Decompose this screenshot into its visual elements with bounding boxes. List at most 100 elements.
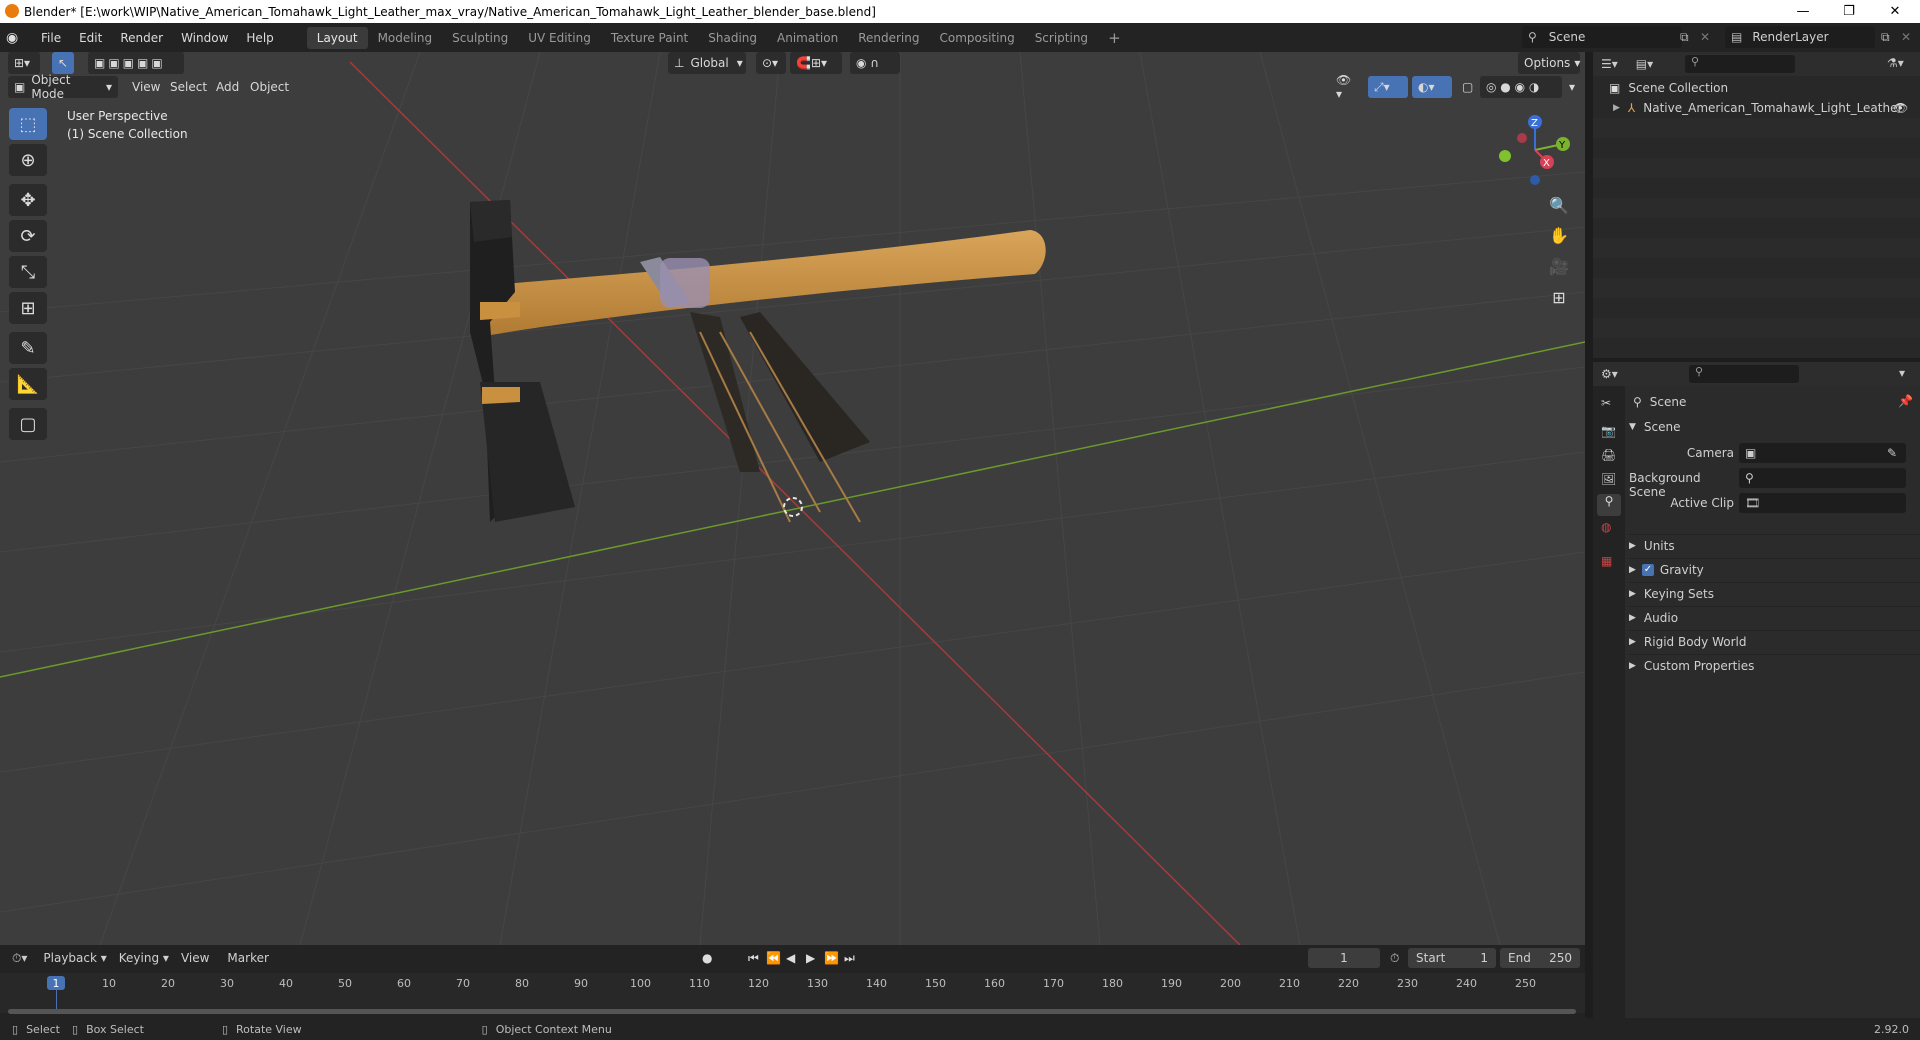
pin-icon[interactable]: 📌 (1898, 394, 1913, 408)
overlay-toggle[interactable]: ◐▾ (1412, 76, 1452, 98)
new-scene-icon[interactable]: ⧉ (1680, 30, 1689, 45)
viewport-menu-view[interactable]: View (126, 76, 166, 98)
play-icon[interactable]: ▶ (806, 951, 815, 965)
rotate-tool[interactable]: ⟳ (9, 220, 47, 252)
ortho-grid-icon[interactable]: ⊞ (1544, 282, 1574, 312)
outliner-search-input[interactable]: ⚲ (1685, 55, 1795, 73)
editor-type-icon[interactable]: ⏱▾ (12, 951, 27, 966)
new-renderlayer-icon[interactable]: ⧉ (1881, 30, 1890, 45)
minimize-button[interactable]: — (1780, 0, 1826, 23)
active-clip-field[interactable]: 🎞 (1739, 493, 1906, 513)
gizmo-toggle[interactable]: ⤢▾ (1368, 76, 1408, 98)
workspace-tab-shading[interactable]: Shading (698, 27, 767, 49)
background-scene-field[interactable]: ⚲ (1739, 468, 1906, 488)
jump-keyframe-forward-icon[interactable]: ⏩ (824, 951, 839, 965)
tab-view-layer-icon[interactable]: 🖼 (1601, 472, 1616, 486)
delete-renderlayer-icon[interactable]: ✕ (1901, 30, 1911, 44)
options-dropdown[interactable]: Options ▾ (1518, 52, 1580, 74)
selection-modes-group[interactable]: ▣▣▣▣▣ (88, 52, 184, 74)
close-button[interactable]: ✕ (1872, 0, 1918, 23)
menu-edit[interactable]: Edit (70, 31, 111, 45)
timeline-ruler[interactable]: 1 10 20 30 40 50 60 70 80 90 100 110 120 130 140 150 160… (0, 973, 1585, 1013)
workspace-tab-sculpting[interactable]: Sculpting (442, 27, 518, 49)
object-mode-dropdown[interactable]: ▣ Object Mode ▾ (8, 73, 118, 101)
gravity-section[interactable]: ▶ ✓ Gravity (1629, 558, 1920, 580)
proportional-edit-button[interactable]: ◉ ∩ (850, 52, 900, 74)
gravity-checkbox[interactable]: ✓ (1641, 563, 1654, 576)
audio-section[interactable]: ▶ Audio (1629, 606, 1920, 628)
scene-selector[interactable]: ⚲ Scene ⧉ ✕ (1522, 26, 1710, 48)
delete-scene-icon[interactable]: ✕ (1700, 30, 1710, 44)
3d-viewport[interactable] (0, 52, 1585, 945)
scene-panel-header[interactable]: ▼ Scene (1629, 416, 1920, 438)
workspace-tab-scripting[interactable]: Scripting (1025, 27, 1098, 49)
scale-tool[interactable]: ⤡ (9, 256, 47, 288)
record-icon[interactable]: ● (702, 951, 712, 965)
timeline-menu-keying[interactable]: Keying ▾ (119, 951, 169, 965)
viewport-menu-object[interactable]: Object (244, 76, 295, 98)
menu-help[interactable]: Help (237, 31, 282, 45)
tab-output-icon[interactable]: 🖨 (1601, 448, 1616, 462)
maximize-button[interactable]: ❐ (1826, 0, 1872, 23)
cursor-tool[interactable]: ⊕ (9, 144, 47, 176)
editor-type-icon[interactable]: ⚙▾ (1601, 367, 1618, 381)
jump-keyframe-back-icon[interactable]: ⏪ (766, 951, 781, 965)
tab-texture-icon[interactable]: ▦ (1601, 554, 1612, 568)
select-mode-icon[interactable]: ↖ (52, 52, 74, 74)
eye-visibility-icon[interactable]: 👁 (1893, 101, 1908, 115)
display-mode-icon[interactable]: ▤▾ (1636, 57, 1653, 71)
visibility-dropdown[interactable]: 👁▾ (1330, 73, 1360, 101)
timeline-menu-playback[interactable]: Playback ▾ (43, 951, 106, 965)
tab-world-icon[interactable]: ◍ (1601, 520, 1611, 534)
shading-modes[interactable]: ◎ ● ◉ ◑ (1480, 76, 1562, 98)
jump-start-icon[interactable]: ⏮ (748, 951, 759, 966)
play-reverse-icon[interactable]: ◀ (786, 951, 795, 965)
editor-type-button[interactable]: ⊞▾ (8, 52, 40, 74)
menu-window[interactable]: Window (172, 31, 237, 45)
menu-file[interactable]: File (32, 31, 70, 45)
viewport-menu-select[interactable]: Select (164, 76, 213, 98)
options-chevron-icon[interactable]: ▾ (1899, 366, 1905, 380)
renderlayer-selector[interactable]: ▤ RenderLayer ⧉ ✕ (1725, 26, 1911, 48)
timeline-menu-view[interactable]: View (181, 951, 209, 965)
eyedropper-icon[interactable]: ✎ (1887, 446, 1897, 460)
filter-icon[interactable]: ⚗▾ (1887, 56, 1904, 70)
viewport-menu-add[interactable]: Add (210, 76, 245, 98)
add-cube-tool[interactable]: ▢ (9, 408, 47, 440)
timeline-menu-marker[interactable]: Marker (227, 951, 268, 965)
start-frame-field[interactable]: Start 1 (1408, 948, 1496, 968)
xray-toggle[interactable]: ▢ (1456, 76, 1476, 98)
blender-menu-icon[interactable]: ◉ (6, 30, 32, 46)
end-frame-field[interactable]: End 250 (1500, 948, 1580, 968)
workspace-tab-texture-paint[interactable]: Texture Paint (601, 27, 698, 49)
select-box-tool[interactable]: ⬚ (9, 108, 47, 140)
move-tool[interactable]: ✥ (9, 184, 47, 216)
tab-render-icon[interactable]: 📷 (1601, 424, 1616, 438)
stopwatch-icon[interactable]: ⏱ (1390, 951, 1399, 966)
camera-view-icon[interactable]: 🎥 (1544, 251, 1574, 281)
keying-sets-section[interactable]: ▶ Keying Sets (1629, 582, 1920, 604)
workspace-tab-rendering[interactable]: Rendering (848, 27, 929, 49)
tab-tool-icon[interactable]: ✂ (1601, 396, 1611, 410)
transform-tool[interactable]: ⊞ (9, 292, 47, 324)
snap-dropdown[interactable]: 🧲⊞▾ (790, 52, 842, 74)
annotate-tool[interactable]: ✎ (9, 332, 47, 364)
timeline-scrollbar[interactable] (8, 1009, 1576, 1014)
add-workspace-button[interactable]: + (1098, 25, 1131, 51)
zoom-icon[interactable]: 🔍 (1544, 190, 1574, 220)
expand-arrow-icon[interactable]: ▶ (1613, 103, 1620, 113)
outliner-row-scene-collection[interactable]: ▣ Scene Collection (1609, 78, 1728, 98)
tab-scene-icon[interactable]: ⚲ (1597, 494, 1621, 516)
workspace-tab-layout[interactable]: Layout (306, 26, 368, 49)
current-frame-field[interactable]: 1 (1308, 948, 1380, 968)
workspace-tab-modeling[interactable]: Modeling (368, 27, 443, 49)
transform-orientation-dropdown[interactable]: ⊥ Global ▾ (668, 52, 746, 74)
shading-options-dropdown[interactable]: ▾ (1563, 76, 1581, 98)
workspace-tab-compositing[interactable]: Compositing (929, 27, 1024, 49)
camera-field[interactable]: ▣ ✎ (1739, 443, 1906, 463)
workspace-tab-animation[interactable]: Animation (767, 27, 848, 49)
pan-hand-icon[interactable]: ✋ (1544, 220, 1574, 250)
units-section[interactable]: ▶ Units (1629, 534, 1920, 556)
navigation-gizmo[interactable]: Z Y X (1495, 110, 1575, 190)
editor-type-icon[interactable]: ☰▾ (1601, 57, 1618, 71)
